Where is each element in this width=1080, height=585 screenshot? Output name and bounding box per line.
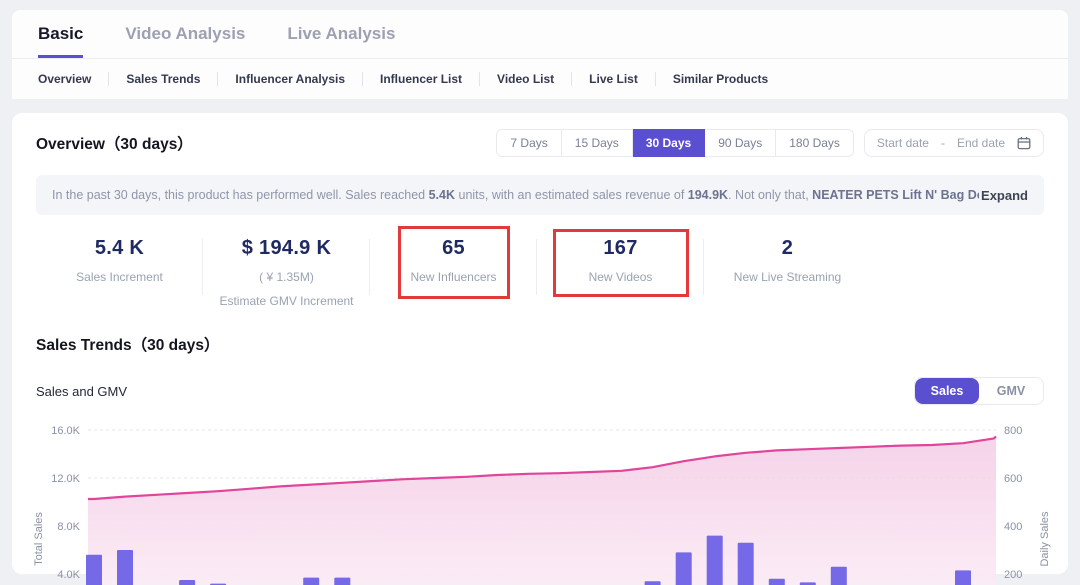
svg-text:800: 800 — [1004, 425, 1022, 437]
sales-trends-title: Sales Trends（30 days） — [36, 333, 1044, 355]
svg-text:16.0K: 16.0K — [51, 425, 80, 437]
sales-gmv-toggle: Sales GMV — [914, 377, 1044, 405]
header: Basic Video Analysis Live Analysis Overv… — [12, 10, 1068, 99]
date-controls: 7 Days 15 Days 30 Days 90 Days 180 Days … — [496, 129, 1044, 157]
toggle-gmv[interactable]: GMV — [979, 378, 1043, 404]
nav-influencer-analysis[interactable]: Influencer Analysis — [218, 72, 363, 86]
stat-gmv-increment: $ 194.9 K ( ¥ 1.35M) Estimate GMV Increm… — [203, 237, 370, 319]
sales-gmv-chart: 200 400 600 800 4.0K 8.0K 12.0K 16.0K Total Sale… — [12, 417, 1068, 585]
expand-link[interactable]: Expand — [981, 188, 1028, 203]
stat-new-videos: 167 New Videos — [537, 237, 704, 319]
section-nav: Overview Sales Trends Influencer Analysi… — [12, 59, 1068, 99]
nav-live-list[interactable]: Live List — [572, 72, 656, 86]
stat-new-live-streaming: 2 New Live Streaming — [704, 237, 871, 319]
svg-text:Daily Sales: Daily Sales — [1039, 511, 1051, 567]
range-180-days[interactable]: 180 Days — [776, 129, 854, 157]
chart-subtitle: Sales and GMV — [36, 384, 127, 399]
stat-value: 5.4 K — [36, 237, 203, 260]
main-tabs: Basic Video Analysis Live Analysis — [12, 10, 1068, 59]
range-15-days[interactable]: 15 Days — [562, 129, 633, 157]
product-name: NEATER PETS Lift N' Bag Dog Pooper Scoop… — [812, 188, 979, 202]
tab-basic[interactable]: Basic — [38, 24, 83, 58]
stats-row: 5.4 K Sales Increment $ 194.9 K ( ¥ 1.35… — [36, 237, 1044, 319]
overview-title: Overview（30 days） — [36, 132, 193, 154]
summary-text: In the past 30 days, this product has pe… — [52, 188, 979, 202]
stat-label: New Live Streaming — [704, 270, 871, 284]
svg-text:200: 200 — [1004, 569, 1022, 581]
range-90-days[interactable]: 90 Days — [705, 129, 776, 157]
tab-video-analysis[interactable]: Video Analysis — [125, 24, 245, 58]
svg-text:4.0K: 4.0K — [57, 569, 80, 581]
stat-label: Estimate GMV Increment — [203, 294, 370, 308]
svg-text:400: 400 — [1004, 521, 1022, 533]
toggle-sales[interactable]: Sales — [915, 378, 979, 404]
highlight-box-videos — [553, 229, 689, 297]
nav-video-list[interactable]: Video List — [480, 72, 572, 86]
date-range-picker[interactable]: Start date - End date — [864, 129, 1044, 157]
start-date-input[interactable]: Start date — [877, 136, 929, 150]
svg-text:Total Sales: Total Sales — [33, 512, 45, 566]
nav-sales-trends[interactable]: Sales Trends — [109, 72, 218, 86]
stat-value: 2 — [704, 237, 871, 260]
calendar-icon — [1017, 136, 1031, 150]
stat-new-influencers: 65 New Influencers — [370, 237, 537, 319]
stat-sales-increment: 5.4 K Sales Increment — [36, 237, 203, 319]
date-range-buttons: 7 Days 15 Days 30 Days 90 Days 180 Days — [496, 129, 854, 157]
stat-label: Sales Increment — [36, 270, 203, 284]
nav-overview[interactable]: Overview — [38, 72, 109, 86]
svg-text:8.0K: 8.0K — [57, 521, 80, 533]
svg-text:600: 600 — [1004, 473, 1022, 485]
stat-value: $ 194.9 K — [203, 237, 370, 260]
summary-banner: In the past 30 days, this product has pe… — [36, 175, 1044, 215]
tab-live-analysis[interactable]: Live Analysis — [287, 24, 395, 58]
end-date-input[interactable]: End date — [957, 136, 1005, 150]
stat-sub-value: ( ¥ 1.35M) — [203, 270, 370, 284]
range-7-days[interactable]: 7 Days — [496, 129, 561, 157]
nav-similar-products[interactable]: Similar Products — [656, 72, 785, 86]
range-30-days[interactable]: 30 Days — [633, 129, 705, 157]
nav-influencer-list[interactable]: Influencer List — [363, 72, 480, 86]
date-separator: - — [941, 136, 945, 150]
svg-text:12.0K: 12.0K — [51, 473, 80, 485]
main-card: Overview（30 days） 7 Days 15 Days 30 Days… — [12, 113, 1068, 574]
highlight-box-influencers — [398, 226, 510, 299]
